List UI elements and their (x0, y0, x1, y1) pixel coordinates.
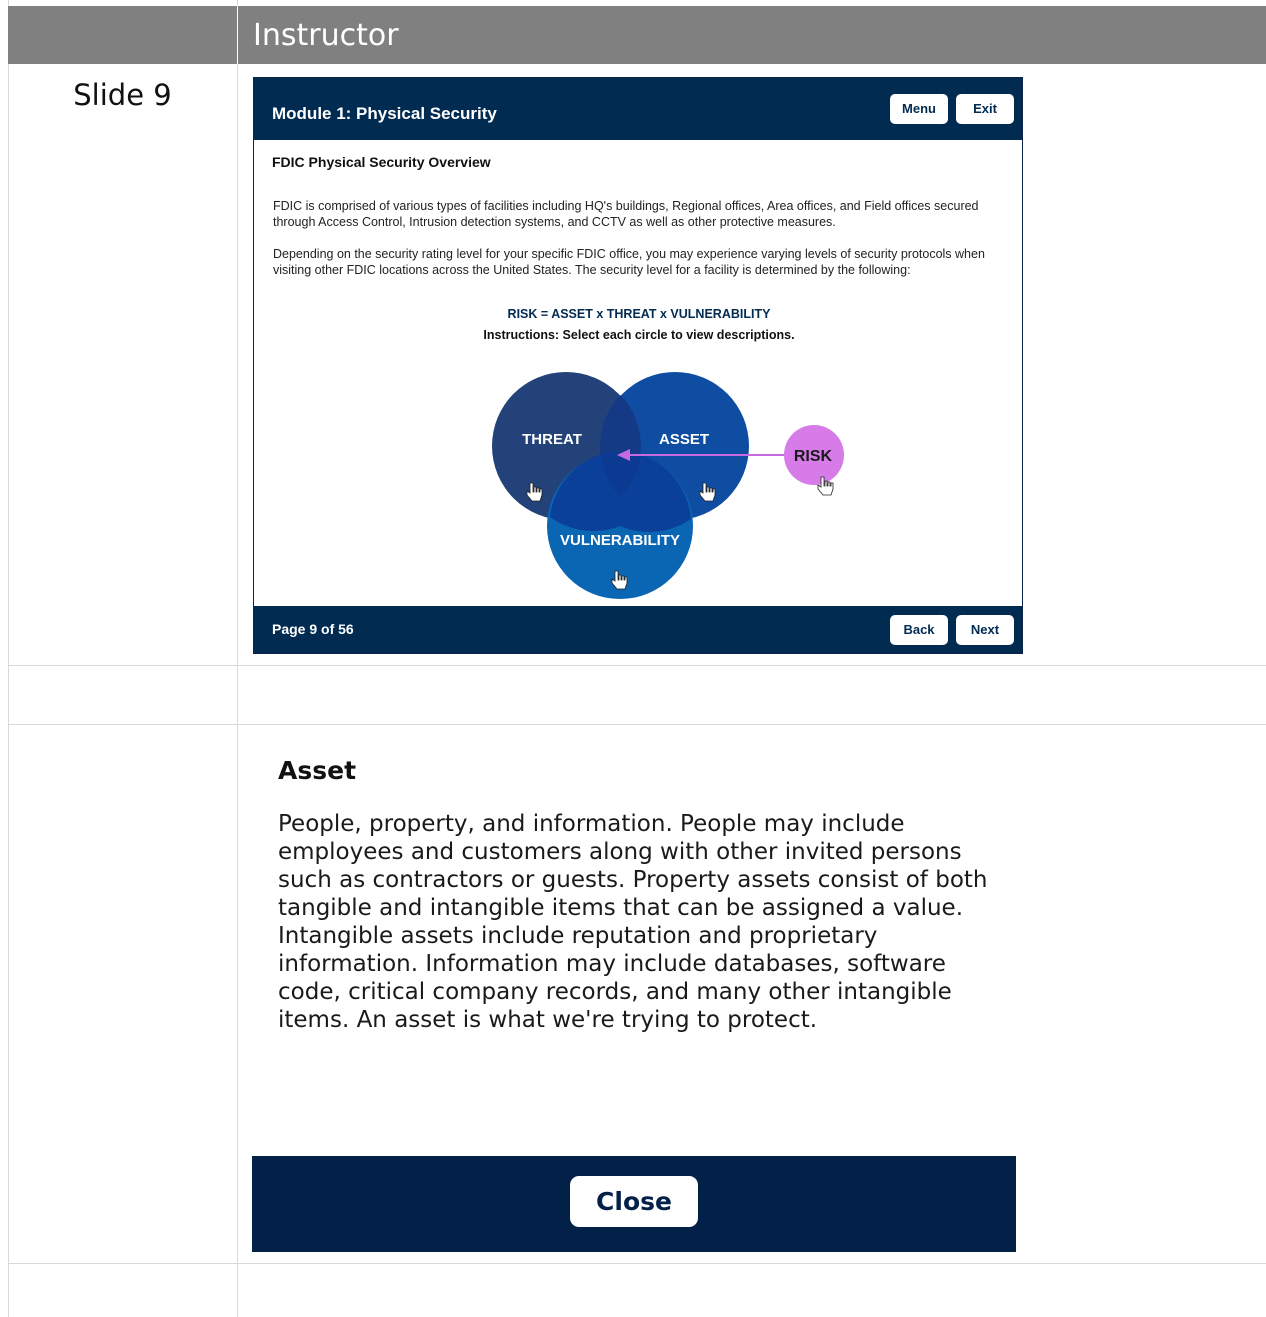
slide-top-bar: Module 1: Physical Security Menu Exit (254, 78, 1022, 140)
overview-paragraph-1: FDIC is comprised of various types of fa… (273, 199, 979, 229)
exit-button[interactable]: Exit (956, 94, 1014, 124)
popup-body-text: People, property, and information. Peopl… (278, 811, 988, 1033)
slide-screenshot: Module 1: Physical Security Menu Exit FD… (253, 77, 1023, 654)
module-title: Module 1: Physical Security (272, 104, 497, 123)
page-counter: Page 9 of 56 (272, 621, 354, 637)
popup-footer-bar: Close (252, 1156, 1016, 1252)
next-button[interactable]: Next (956, 615, 1014, 645)
table-header: Instructor (8, 6, 1266, 64)
table-left-border (8, 0, 9, 1317)
column-title: Instructor (253, 18, 399, 53)
risk-label: RISK (794, 448, 833, 465)
threat-label: THREAT (522, 431, 582, 448)
asset-label: ASSET (659, 431, 709, 448)
row-divider (8, 1263, 1266, 1264)
instructions-text: Instructions: Select each circle to view… (483, 328, 795, 342)
menu-button[interactable]: Menu (890, 94, 948, 124)
venn-diagram: THREAT ASSET VULNERABILITY RISK (492, 372, 844, 599)
close-button[interactable]: Close (570, 1176, 698, 1227)
row-divider (8, 724, 1266, 725)
slide-number-label: Slide 9 (73, 78, 172, 112)
table-column-divider (237, 0, 238, 1317)
popup-title: Asset (278, 756, 357, 785)
slide-bottom-bar: Page 9 of 56 Back Next (254, 606, 1022, 653)
overview-paragraph-2: Depending on the security rating level f… (273, 247, 985, 277)
overview-title: FDIC Physical Security Overview (272, 154, 491, 170)
row-divider (8, 665, 1266, 666)
risk-formula: RISK = ASSET x THREAT x VULNERABILITY (507, 307, 771, 321)
header-divider (237, 6, 238, 64)
vulnerability-label: VULNERABILITY (560, 532, 680, 549)
back-button[interactable]: Back (890, 615, 948, 645)
